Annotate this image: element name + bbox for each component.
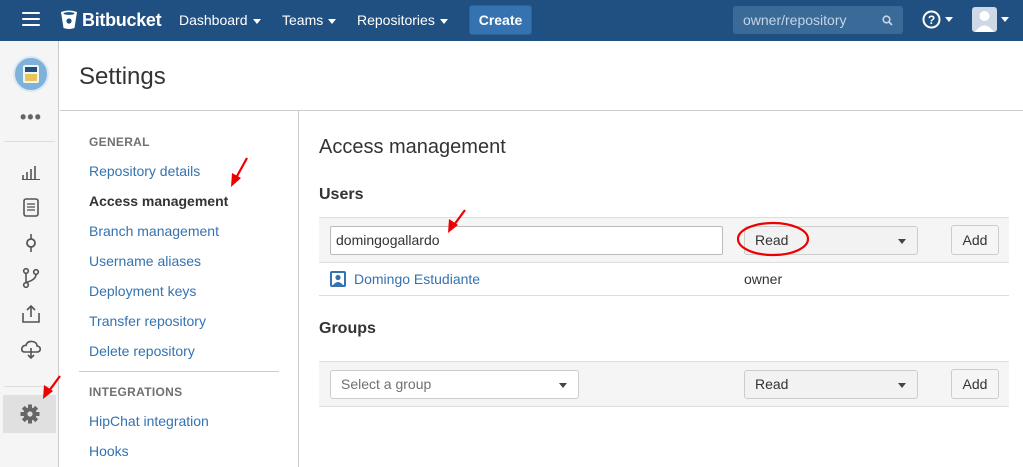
user-menu[interactable] [972,7,1009,32]
menu-item-delete-repository[interactable]: Delete repository [89,343,195,359]
chevron-down-icon [898,383,906,388]
bitbucket-logo-icon [61,10,77,29]
settings-icon [20,404,40,424]
menu-item-branch-management[interactable]: Branch management [89,223,219,239]
menu-item-username-aliases[interactable]: Username aliases [89,253,201,269]
more-icon[interactable]: ••• [20,107,42,128]
group-select-placeholder: Select a group [341,376,432,392]
users-heading: Users [319,186,364,203]
chevron-down-icon [439,18,448,24]
group-select[interactable]: Select a group [330,370,579,399]
sidebar-item-settings[interactable] [3,395,56,433]
user-permission-value: Read [755,232,789,248]
section-heading: Access management [319,136,506,158]
help-menu[interactable]: ? [922,10,953,29]
search-placeholder: owner/repository [743,12,847,28]
create-button[interactable]: Create [469,5,532,35]
menu-item-hipchat-integration[interactable]: HipChat integration [89,413,209,429]
pull-requests-icon[interactable] [20,303,42,325]
repository-sidebar: ••• [0,41,59,467]
page-title: Settings [79,63,166,90]
brand-name: Bitbucket [82,9,162,30]
sidebar-divider [4,141,55,142]
section-title-integrations: INTEGRATIONS [89,385,183,399]
branches-icon[interactable] [20,267,42,289]
brand-logo[interactable]: Bitbucket [60,9,162,31]
menu-item-repository-details[interactable]: Repository details [89,163,200,179]
user-avatar-icon [330,271,346,287]
search-icon [882,15,893,26]
menu-item-access-management[interactable]: Access management [89,193,228,209]
nav-teams[interactable]: Teams [282,0,337,41]
user-permission-select[interactable]: Read [744,226,918,255]
nav-repositories[interactable]: Repositories [357,0,448,41]
add-user-button[interactable]: Add [951,225,999,255]
chevron-down-icon [1000,17,1009,22]
top-navbar: Bitbucket Dashboard Teams Repositories C… [0,0,1023,41]
access-management-panel: Access management Users domingogallardo … [300,111,1023,467]
chevron-down-icon [559,383,567,388]
groups-heading: Groups [319,320,376,337]
group-permission-select[interactable]: Read [744,370,918,399]
menu-item-transfer-repository[interactable]: Transfer repository [89,313,206,329]
user-row: Domingo Estudiante owner [319,263,1009,296]
nav-teams-label: Teams [282,12,324,28]
user-name-link[interactable]: Domingo Estudiante [354,271,480,287]
commits-icon[interactable] [20,232,42,254]
user-search-input[interactable]: domingogallardo [330,226,723,255]
nav-dashboard-label: Dashboard [179,12,248,28]
avatar [972,7,997,32]
menu-icon[interactable] [22,12,40,28]
search-input[interactable]: owner/repository [733,6,903,34]
nav-repositories-label: Repositories [357,12,435,28]
overview-icon[interactable] [20,161,42,183]
downloads-icon[interactable] [20,338,42,360]
repository-avatar[interactable] [13,56,49,92]
user-role: owner [744,271,783,287]
sidebar-divider [4,386,55,387]
chevron-down-icon [944,17,953,22]
svg-text:?: ? [928,13,935,27]
group-permission-value: Read [755,376,789,392]
settings-menu: GENERAL Repository details Access manage… [60,111,299,467]
add-user-form: domingogallardo Read Add [319,217,1009,263]
add-group-button[interactable]: Add [951,369,999,399]
chevron-down-icon [252,18,261,24]
nav-dashboard[interactable]: Dashboard [179,0,261,41]
source-icon[interactable] [20,196,42,218]
menu-divider [79,371,279,372]
add-group-form: Select a group Read Add [319,361,1009,407]
help-icon: ? [922,10,941,29]
menu-item-deployment-keys[interactable]: Deployment keys [89,283,196,299]
settings-header: Settings [60,41,1023,111]
section-title-general: GENERAL [89,135,150,149]
chevron-down-icon [898,239,906,244]
chevron-down-icon [328,18,337,24]
menu-item-hooks[interactable]: Hooks [89,443,129,459]
